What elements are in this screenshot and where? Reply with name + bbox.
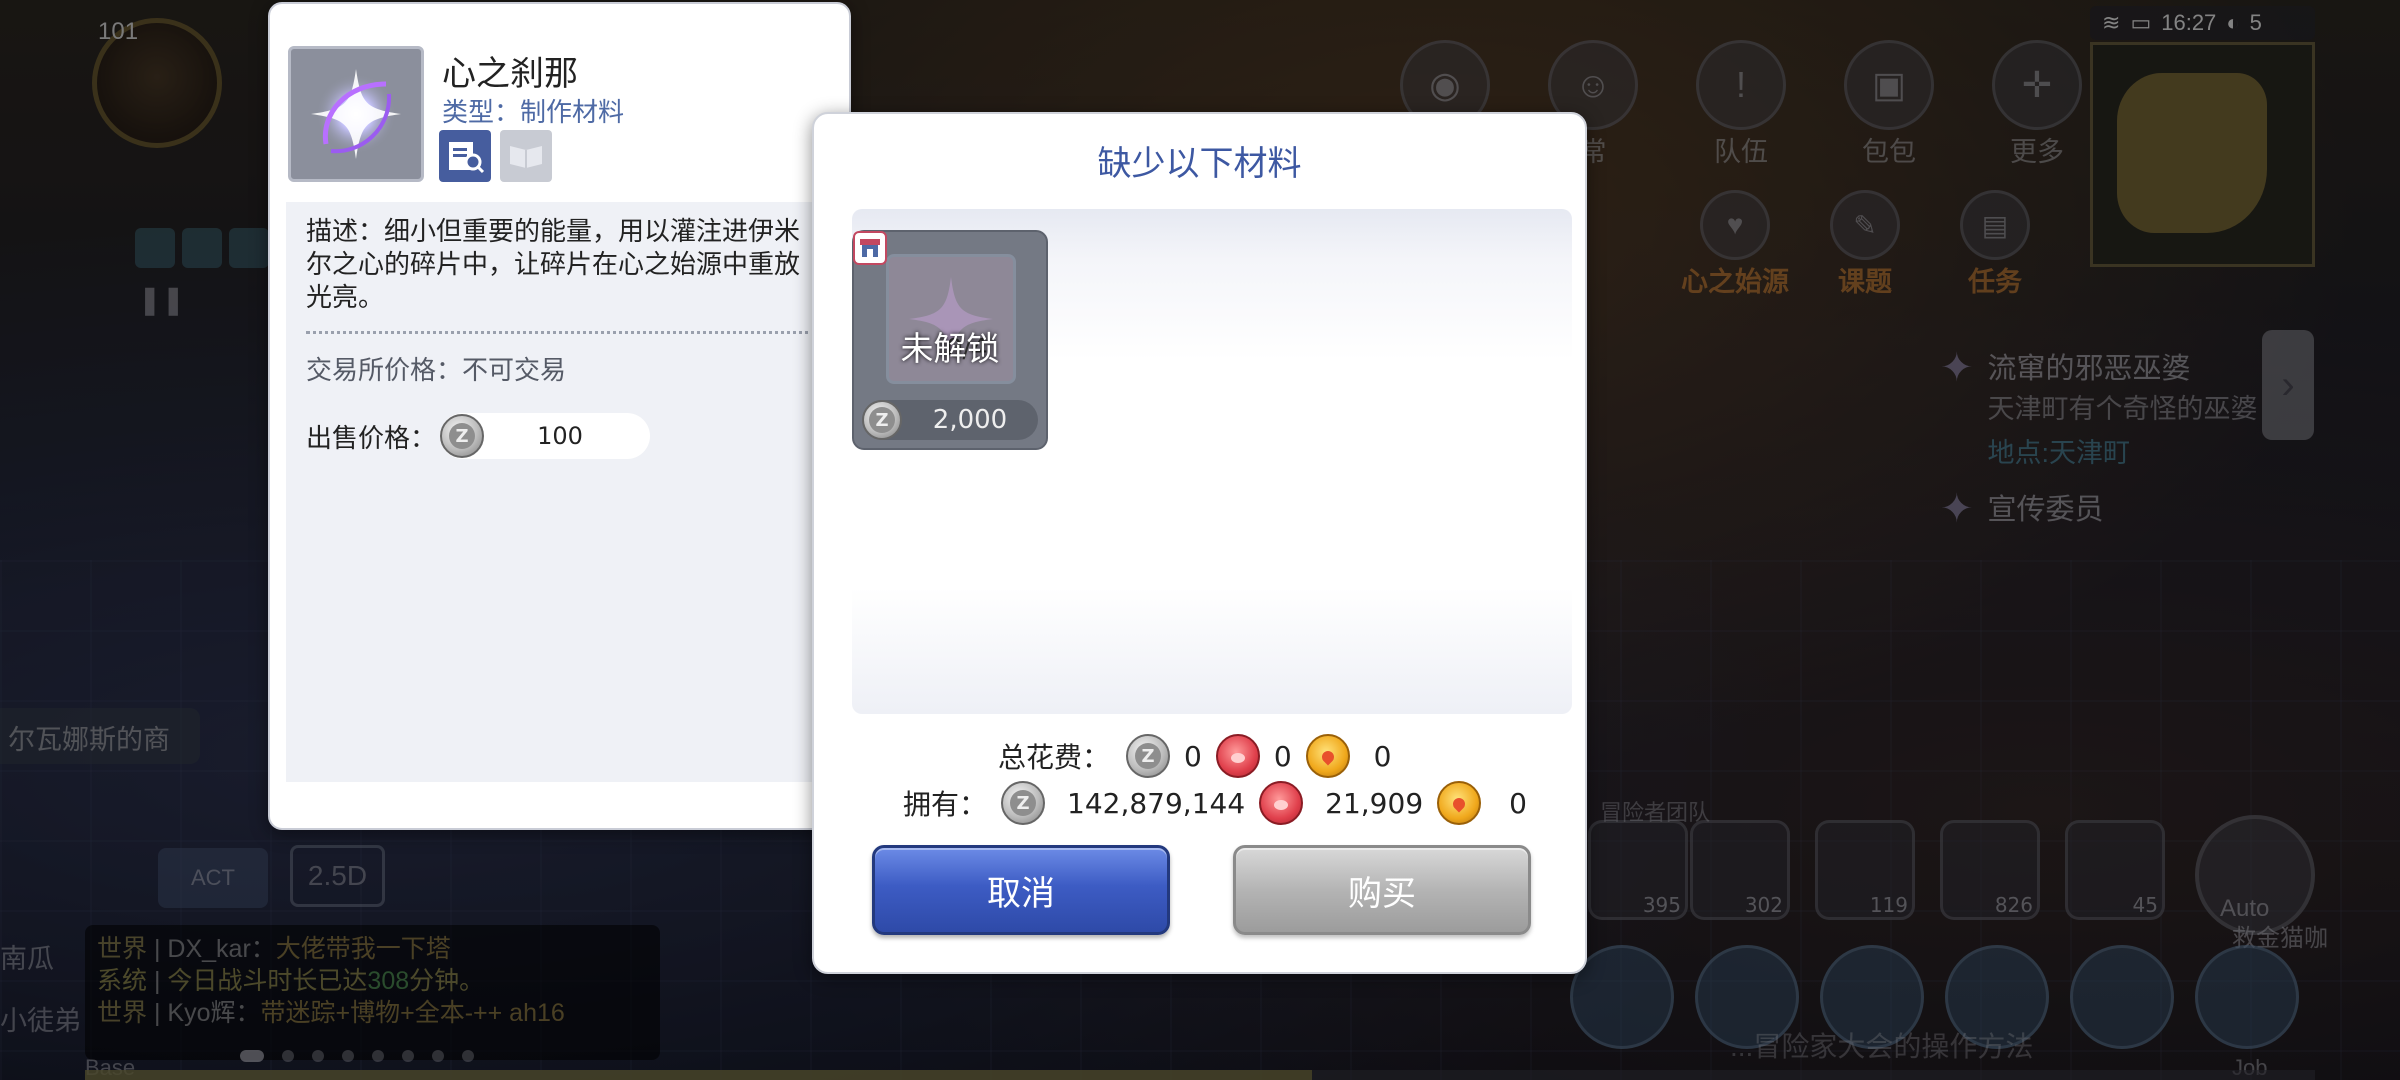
dialog-title: 缺少以下材料 [1097,144,1302,184]
item-info-panel: 心之刹那 类型：制作材料 描述：细小但重要的能量，用以灌注进伊米尔之心的碎片中，… [268,2,851,830]
item-info-body: 描述：细小但重要的能量，用以灌注进伊米尔之心的碎片中，让碎片在心之始源中重放光亮… [286,202,836,782]
total-cost-label: 总花费： [998,741,1111,774]
total-zeny: 0 [1184,739,1202,773]
cancel-button[interactable]: 取消 [872,845,1170,935]
zeny-coin-icon: Z [1126,734,1171,778]
material-price: 2,000 [932,405,1008,435]
material-locked-label: 未解锁 [900,329,1000,368]
zeny-coin-icon: Z [1001,781,1046,825]
pig-coin-icon [1215,734,1260,778]
buy-button[interactable]: 购买 [1233,845,1531,935]
sell-price-value: 100 [537,422,583,450]
zeny-coin-icon: Z [440,414,485,458]
cat-coin-icon [1305,734,1350,778]
total-cat: 0 [1373,739,1392,773]
total-pig: 0 [1273,739,1292,773]
owned-cat: 0 [1509,786,1527,820]
owned-zeny: 142,879,144 [1067,786,1246,820]
item-icon-frame [288,46,424,182]
owned-row: 拥有： Z 142,879,144 21,909 0 [903,780,1541,826]
sell-price-box: Z 100 [440,413,651,459]
material-price-bar: Z 2,000 [862,400,1038,440]
pig-coin-icon [1259,781,1304,825]
exchange-price: 交易所价格：不可交易 [306,356,567,386]
item-name: 心之刹那 [442,54,578,94]
book-icon[interactable] [500,130,552,182]
sparkle-icon [311,69,401,159]
shop-icon [853,231,887,265]
item-type: 类型：制作材料 [442,98,625,128]
sell-price-label: 出售价格： [306,423,437,454]
item-lookup-icon[interactable] [439,130,491,182]
divider [306,331,816,334]
owned-pig: 21,909 [1325,786,1424,820]
item-description: 描述：细小但重要的能量，用以灌注进伊米尔之心的碎片中，让碎片在心之始源中重放光亮… [306,217,801,313]
sell-price-row: 出售价格： Z 100 [306,413,816,459]
cat-coin-icon [1437,781,1482,825]
total-cost-row: 总花费： Z 0 0 0 [998,733,1406,779]
owned-label: 拥有： [903,788,988,821]
zeny-coin-icon: Z [862,400,902,440]
